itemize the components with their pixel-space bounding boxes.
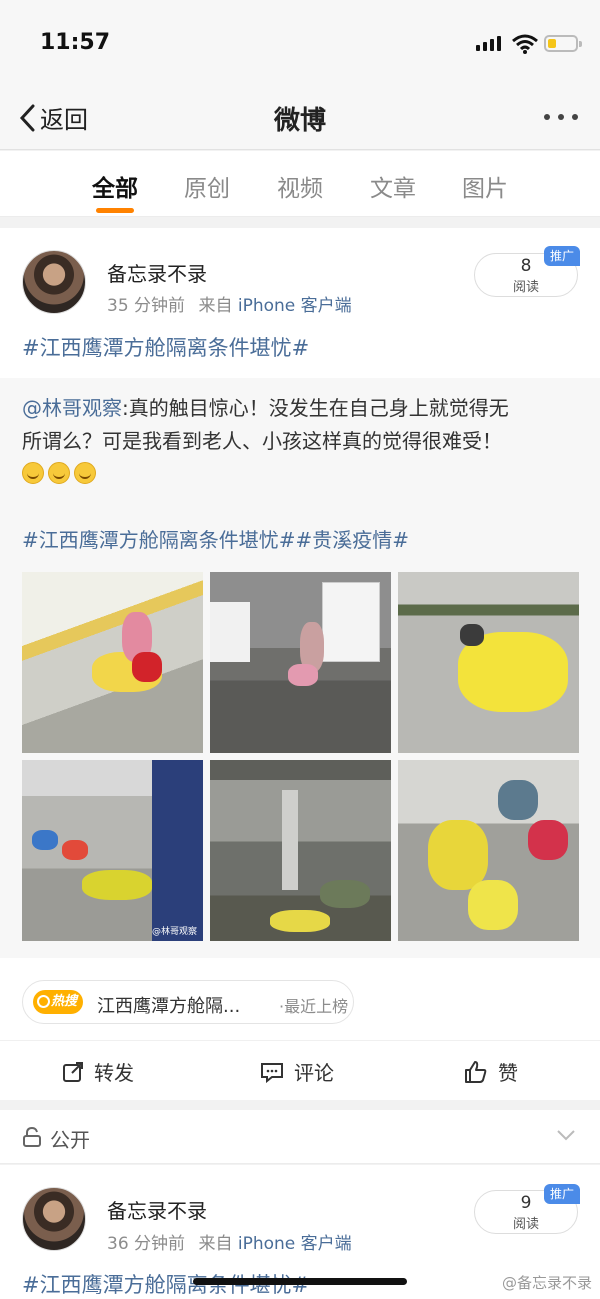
hot-search-suffix: ·最近上榜 bbox=[279, 997, 349, 1016]
repost-text: @林哥观察:真的触目惊心！没发生在自己身上就觉得无 所谓么？可是我看到老人、小孩… bbox=[22, 392, 582, 458]
post-hashtag[interactable]: #江西鹰潭方舱隔离条件堪忧# bbox=[22, 332, 309, 362]
tab-article[interactable]: 文章 bbox=[370, 169, 416, 203]
tab-photos[interactable]: 图片 bbox=[462, 169, 508, 203]
post-source: iPhone 客户端 bbox=[237, 1234, 352, 1254]
status-time: 11:57 bbox=[40, 30, 111, 55]
crying-emoji-icon bbox=[74, 462, 96, 484]
tab-all[interactable]: 全部 bbox=[92, 169, 138, 203]
repost-line-2: 所谓么？可是我看到老人、小孩这样真的觉得很难受！ bbox=[22, 429, 502, 453]
page-title: 微博 bbox=[273, 106, 326, 136]
wifi-icon bbox=[512, 34, 538, 54]
post-meta: 35 分钟前 来自 iPhone 客户端 bbox=[107, 291, 352, 316]
lock-icon bbox=[23, 1127, 41, 1147]
read-label: 阅读 bbox=[512, 280, 539, 295]
hot-search-icon: 热搜 bbox=[33, 990, 83, 1014]
comment-label: 评论 bbox=[294, 1061, 334, 1085]
chevron-down-icon[interactable] bbox=[556, 1129, 576, 1141]
post-source: iPhone 客户端 bbox=[237, 296, 352, 316]
avatar[interactable] bbox=[22, 1187, 86, 1251]
repost-mention[interactable]: @林哥观察 bbox=[22, 396, 122, 420]
post-meta: 36 分钟前 来自 iPhone 客户端 bbox=[107, 1229, 352, 1254]
photo-1[interactable] bbox=[22, 572, 203, 753]
crying-emoji-icon bbox=[22, 462, 44, 484]
cellular-signal-icon bbox=[476, 36, 501, 51]
status-bar: 11:57 bbox=[0, 0, 600, 88]
like-label: 赞 bbox=[498, 1061, 518, 1085]
post-actions: 转发 评论 赞 bbox=[0, 1040, 600, 1100]
thumbs-up-icon bbox=[465, 1060, 487, 1083]
nav-bar: 返回 微博 bbox=[0, 88, 600, 150]
post-time: 36 分钟前 bbox=[107, 1234, 186, 1254]
battery-icon bbox=[544, 35, 582, 52]
weibo-watermark: @备忘录不录 bbox=[501, 1274, 592, 1292]
photo-5[interactable] bbox=[210, 760, 391, 941]
more-options-icon[interactable] bbox=[544, 114, 578, 120]
promote-badge[interactable]: 推广 bbox=[544, 1184, 580, 1204]
photo-watermark: @林哥观察 bbox=[151, 927, 197, 937]
source-prefix: 来自 bbox=[198, 1234, 233, 1254]
comment-icon bbox=[261, 1062, 283, 1083]
home-indicator[interactable] bbox=[193, 1278, 407, 1285]
hot-search-text: 江西鹰潭方舱隔... bbox=[97, 996, 241, 1017]
visibility-bar[interactable]: 公开 bbox=[0, 1110, 600, 1164]
reposted-content[interactable]: @林哥观察:真的触目惊心！没发生在自己身上就觉得无 所谓么？可是我看到老人、小孩… bbox=[0, 378, 600, 958]
photo-6[interactable] bbox=[398, 760, 579, 941]
comment-button[interactable]: 评论 bbox=[260, 1057, 334, 1086]
photo-3[interactable] bbox=[398, 572, 579, 753]
repost-label: 转发 bbox=[94, 1061, 134, 1085]
repost-button[interactable]: 转发 bbox=[62, 1057, 134, 1086]
repost-line-1: :真的触目惊心！没发生在自己身上就觉得无 bbox=[122, 396, 509, 420]
crying-emoji-icon bbox=[48, 462, 70, 484]
promote-badge[interactable]: 推广 bbox=[544, 246, 580, 266]
tab-video[interactable]: 视频 bbox=[277, 169, 323, 203]
visibility-label: 公开 bbox=[50, 1128, 90, 1152]
hot-search-pill[interactable]: 热搜 江西鹰潭方舱隔... ·最近上榜 bbox=[22, 980, 354, 1024]
post-username[interactable]: 备忘录不录 bbox=[107, 258, 207, 287]
like-button[interactable]: 赞 bbox=[464, 1057, 518, 1086]
read-label: 阅读 bbox=[512, 1217, 539, 1232]
post-time: 35 分钟前 bbox=[107, 296, 186, 316]
source-prefix: 来自 bbox=[198, 296, 233, 316]
photo-2[interactable] bbox=[210, 572, 391, 753]
emoji-row bbox=[22, 462, 96, 484]
tab-original[interactable]: 原创 bbox=[184, 169, 230, 203]
photo-4[interactable]: @林哥观察 bbox=[22, 760, 203, 941]
active-tab-indicator bbox=[96, 208, 134, 213]
share-icon bbox=[63, 1061, 83, 1082]
post-username[interactable]: 备忘录不录 bbox=[107, 1195, 207, 1224]
avatar[interactable] bbox=[22, 250, 86, 314]
filter-tabs: 全部 原创 视频 文章 图片 bbox=[0, 151, 600, 217]
repost-hashtags[interactable]: #江西鹰潭方舱隔离条件堪忧##贵溪疫情# bbox=[22, 524, 409, 553]
